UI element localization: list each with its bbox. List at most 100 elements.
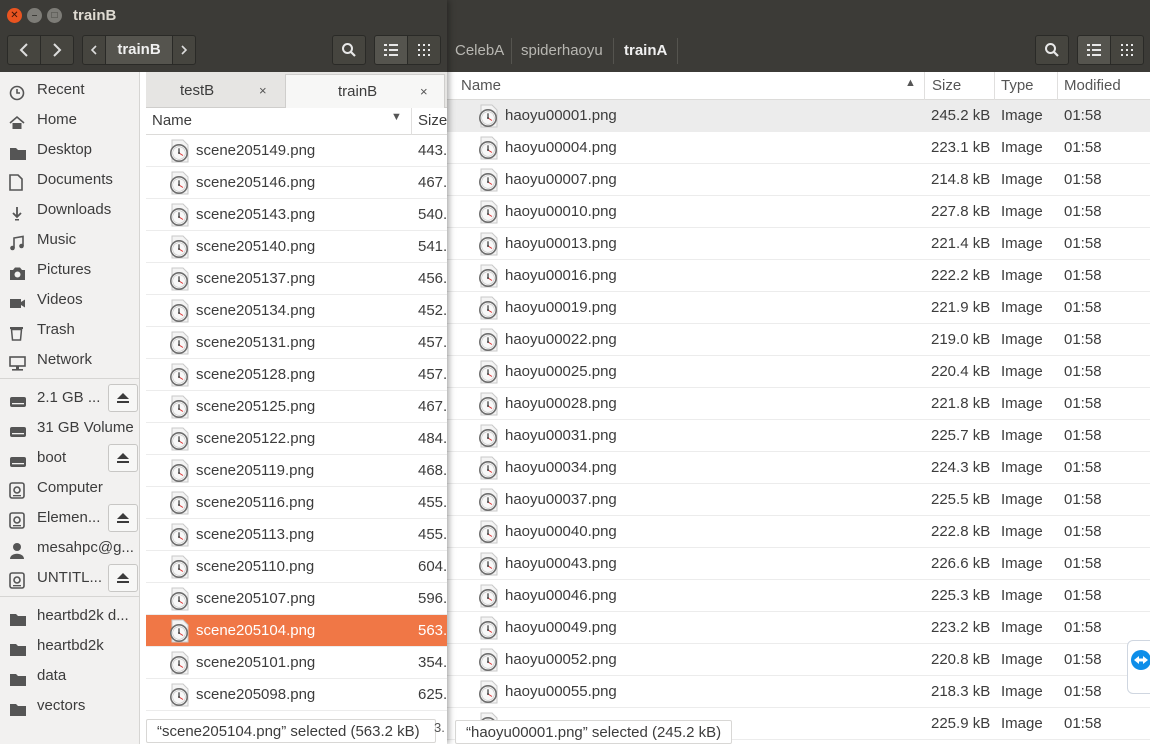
file-row[interactable]: scene205149.png 443. [146,135,447,167]
eject-button[interactable] [108,384,138,412]
close-window-button[interactable]: ✕ [7,8,22,23]
file-row[interactable]: haoyu00004.png 223.1 kB Image 01:58 [447,132,1150,164]
path-scroll-right-button[interactable] [172,35,196,65]
sidebar-item-desktop[interactable]: Desktop [0,135,140,165]
file-row[interactable]: haoyu00034.png 224.3 kB Image 01:58 [447,452,1150,484]
file-row[interactable]: scene205125.png 467. [146,391,447,423]
column-header-type[interactable]: Type [995,72,1058,100]
sidebar-item-recent[interactable]: Recent [0,75,140,105]
file-row[interactable]: haoyu00031.png 225.7 kB Image 01:58 [447,420,1150,452]
tab-trainb[interactable]: trainB × [285,74,445,108]
file-name: haoyu00052.png [505,651,617,668]
file-row[interactable]: haoyu00016.png 222.2 kB Image 01:58 [447,260,1150,292]
file-row[interactable]: scene205137.png 456. [146,263,447,295]
path-button-trainb[interactable]: trainB [105,35,173,65]
sidebar-item-31-gb-volume[interactable]: 31 GB Volume [0,413,140,443]
file-row[interactable]: haoyu00007.png 214.8 kB Image 01:58 [447,164,1150,196]
sidebar-item-videos[interactable]: Videos [0,285,140,315]
forward-button[interactable] [40,35,74,65]
folder-icon [9,608,27,626]
file-row[interactable]: haoyu00055.png 218.3 kB Image 01:58 [447,676,1150,708]
file-row[interactable]: scene205134.png 452. [146,295,447,327]
headerbar: CelebA spiderhaoyu trainA [447,0,1150,72]
image-file-icon [477,392,499,416]
column-header-size[interactable]: Size [925,72,995,100]
file-size: 222.2 kB [931,267,991,284]
file-row[interactable]: haoyu00022.png 219.0 kB Image 01:58 [447,324,1150,356]
column-header-name[interactable]: Name [152,112,192,129]
column-header-row: Name ▲ Size Type Modified [447,72,1150,100]
sidebar-item-trash[interactable]: Trash [0,315,140,345]
minimize-icon: – [31,10,38,21]
sidebar-item-home[interactable]: Home [0,105,140,135]
list-view-button[interactable] [1077,35,1111,65]
search-button[interactable] [1035,35,1069,65]
remote-support-widget[interactable] [1127,640,1150,694]
sidebar-item-computer[interactable]: Computer [0,473,140,503]
file-row[interactable]: scene205122.png 484. [146,423,447,455]
sidebar-item-heartbd2k-d[interactable]: heartbd2k d... [0,601,140,631]
sidebar-item-downloads[interactable]: Downloads [0,195,140,225]
column-header-name[interactable]: Name [447,72,925,100]
file-manager-window-trainb: ✕ – □ trainB trainB Recent Home Desktop Doc… [0,0,447,744]
file-row[interactable]: haoyu00052.png 220.8 kB Image 01:58 [447,644,1150,676]
sidebar-item-heartbd2k[interactable]: heartbd2k [0,631,140,661]
file-row[interactable]: scene205116.png 455. [146,487,447,519]
file-row[interactable]: scene205098.png 625. [146,679,447,711]
file-row[interactable]: haoyu00001.png 245.2 kB Image 01:58 [447,100,1150,132]
file-row[interactable]: haoyu00049.png 223.2 kB Image 01:58 [447,612,1150,644]
eject-button[interactable] [108,444,138,472]
file-row[interactable]: scene205113.png 455. [146,519,447,551]
sidebar-item-vectors[interactable]: vectors [0,691,140,721]
file-type: Image [1001,715,1043,732]
list-view-button[interactable] [374,35,408,65]
eject-button[interactable] [108,564,138,592]
grid-view-button[interactable] [407,35,441,65]
maximize-window-button[interactable]: □ [47,8,62,23]
file-row[interactable]: haoyu00019.png 221.9 kB Image 01:58 [447,292,1150,324]
file-name: haoyu00013.png [505,235,617,252]
file-row[interactable]: haoyu00043.png 226.6 kB Image 01:58 [447,548,1150,580]
file-row[interactable]: haoyu00046.png 225.3 kB Image 01:58 [447,580,1150,612]
file-row[interactable]: scene205110.png 604. [146,551,447,583]
minimize-window-button[interactable]: – [27,8,42,23]
back-button[interactable] [7,35,41,65]
file-row[interactable]: scene205131.png 457. [146,327,447,359]
file-row[interactable]: haoyu00037.png 225.5 kB Image 01:58 [447,484,1150,516]
file-row[interactable]: haoyu00040.png 222.8 kB Image 01:58 [447,516,1150,548]
sidebar-item-documents[interactable]: Documents [0,165,140,195]
file-modified: 01:58 [1064,715,1102,732]
image-file-icon [477,488,499,512]
tab-close-icon[interactable]: × [259,74,267,108]
sidebar-item-network[interactable]: Network [0,345,140,375]
file-row[interactable]: scene205143.png 540. [146,199,447,231]
file-row[interactable]: scene205104.png 563. [146,615,447,647]
file-row[interactable]: scene205101.png 354. [146,647,447,679]
file-size: 443. [418,142,447,159]
eject-button[interactable] [108,504,138,532]
file-row[interactable]: haoyu00013.png 221.4 kB Image 01:58 [447,228,1150,260]
file-row[interactable]: scene205128.png 457. [146,359,447,391]
column-header-size[interactable]: Size [418,112,447,129]
tab-testb[interactable]: testB × [146,74,285,108]
sidebar-item-music[interactable]: Music [0,225,140,255]
path-scroll-left-button[interactable] [82,35,106,65]
file-row[interactable]: scene205119.png 468. [146,455,447,487]
tab-label: testB [180,82,215,99]
breadcrumb-celeba[interactable]: CelebA [455,38,504,64]
tab-close-icon[interactable]: × [420,75,428,109]
file-row[interactable]: haoyu00010.png 227.8 kB Image 01:58 [447,196,1150,228]
column-header-modified[interactable]: Modified [1058,72,1150,100]
file-row[interactable]: haoyu00028.png 221.8 kB Image 01:58 [447,388,1150,420]
sidebar-item-data[interactable]: data [0,661,140,691]
file-row[interactable]: haoyu00025.png 220.4 kB Image 01:58 [447,356,1150,388]
grid-view-button[interactable] [1110,35,1144,65]
breadcrumb-spiderhaoyu[interactable]: spiderhaoyu [521,38,603,64]
file-row[interactable]: scene205107.png 596. [146,583,447,615]
sidebar-item-mesahpc-g[interactable]: mesahpc@g... [0,533,140,563]
breadcrumb-traina[interactable]: trainA [624,38,667,64]
search-button[interactable] [332,35,366,65]
file-row[interactable]: scene205146.png 467. [146,167,447,199]
file-row[interactable]: scene205140.png 541. [146,231,447,263]
sidebar-item-pictures[interactable]: Pictures [0,255,140,285]
